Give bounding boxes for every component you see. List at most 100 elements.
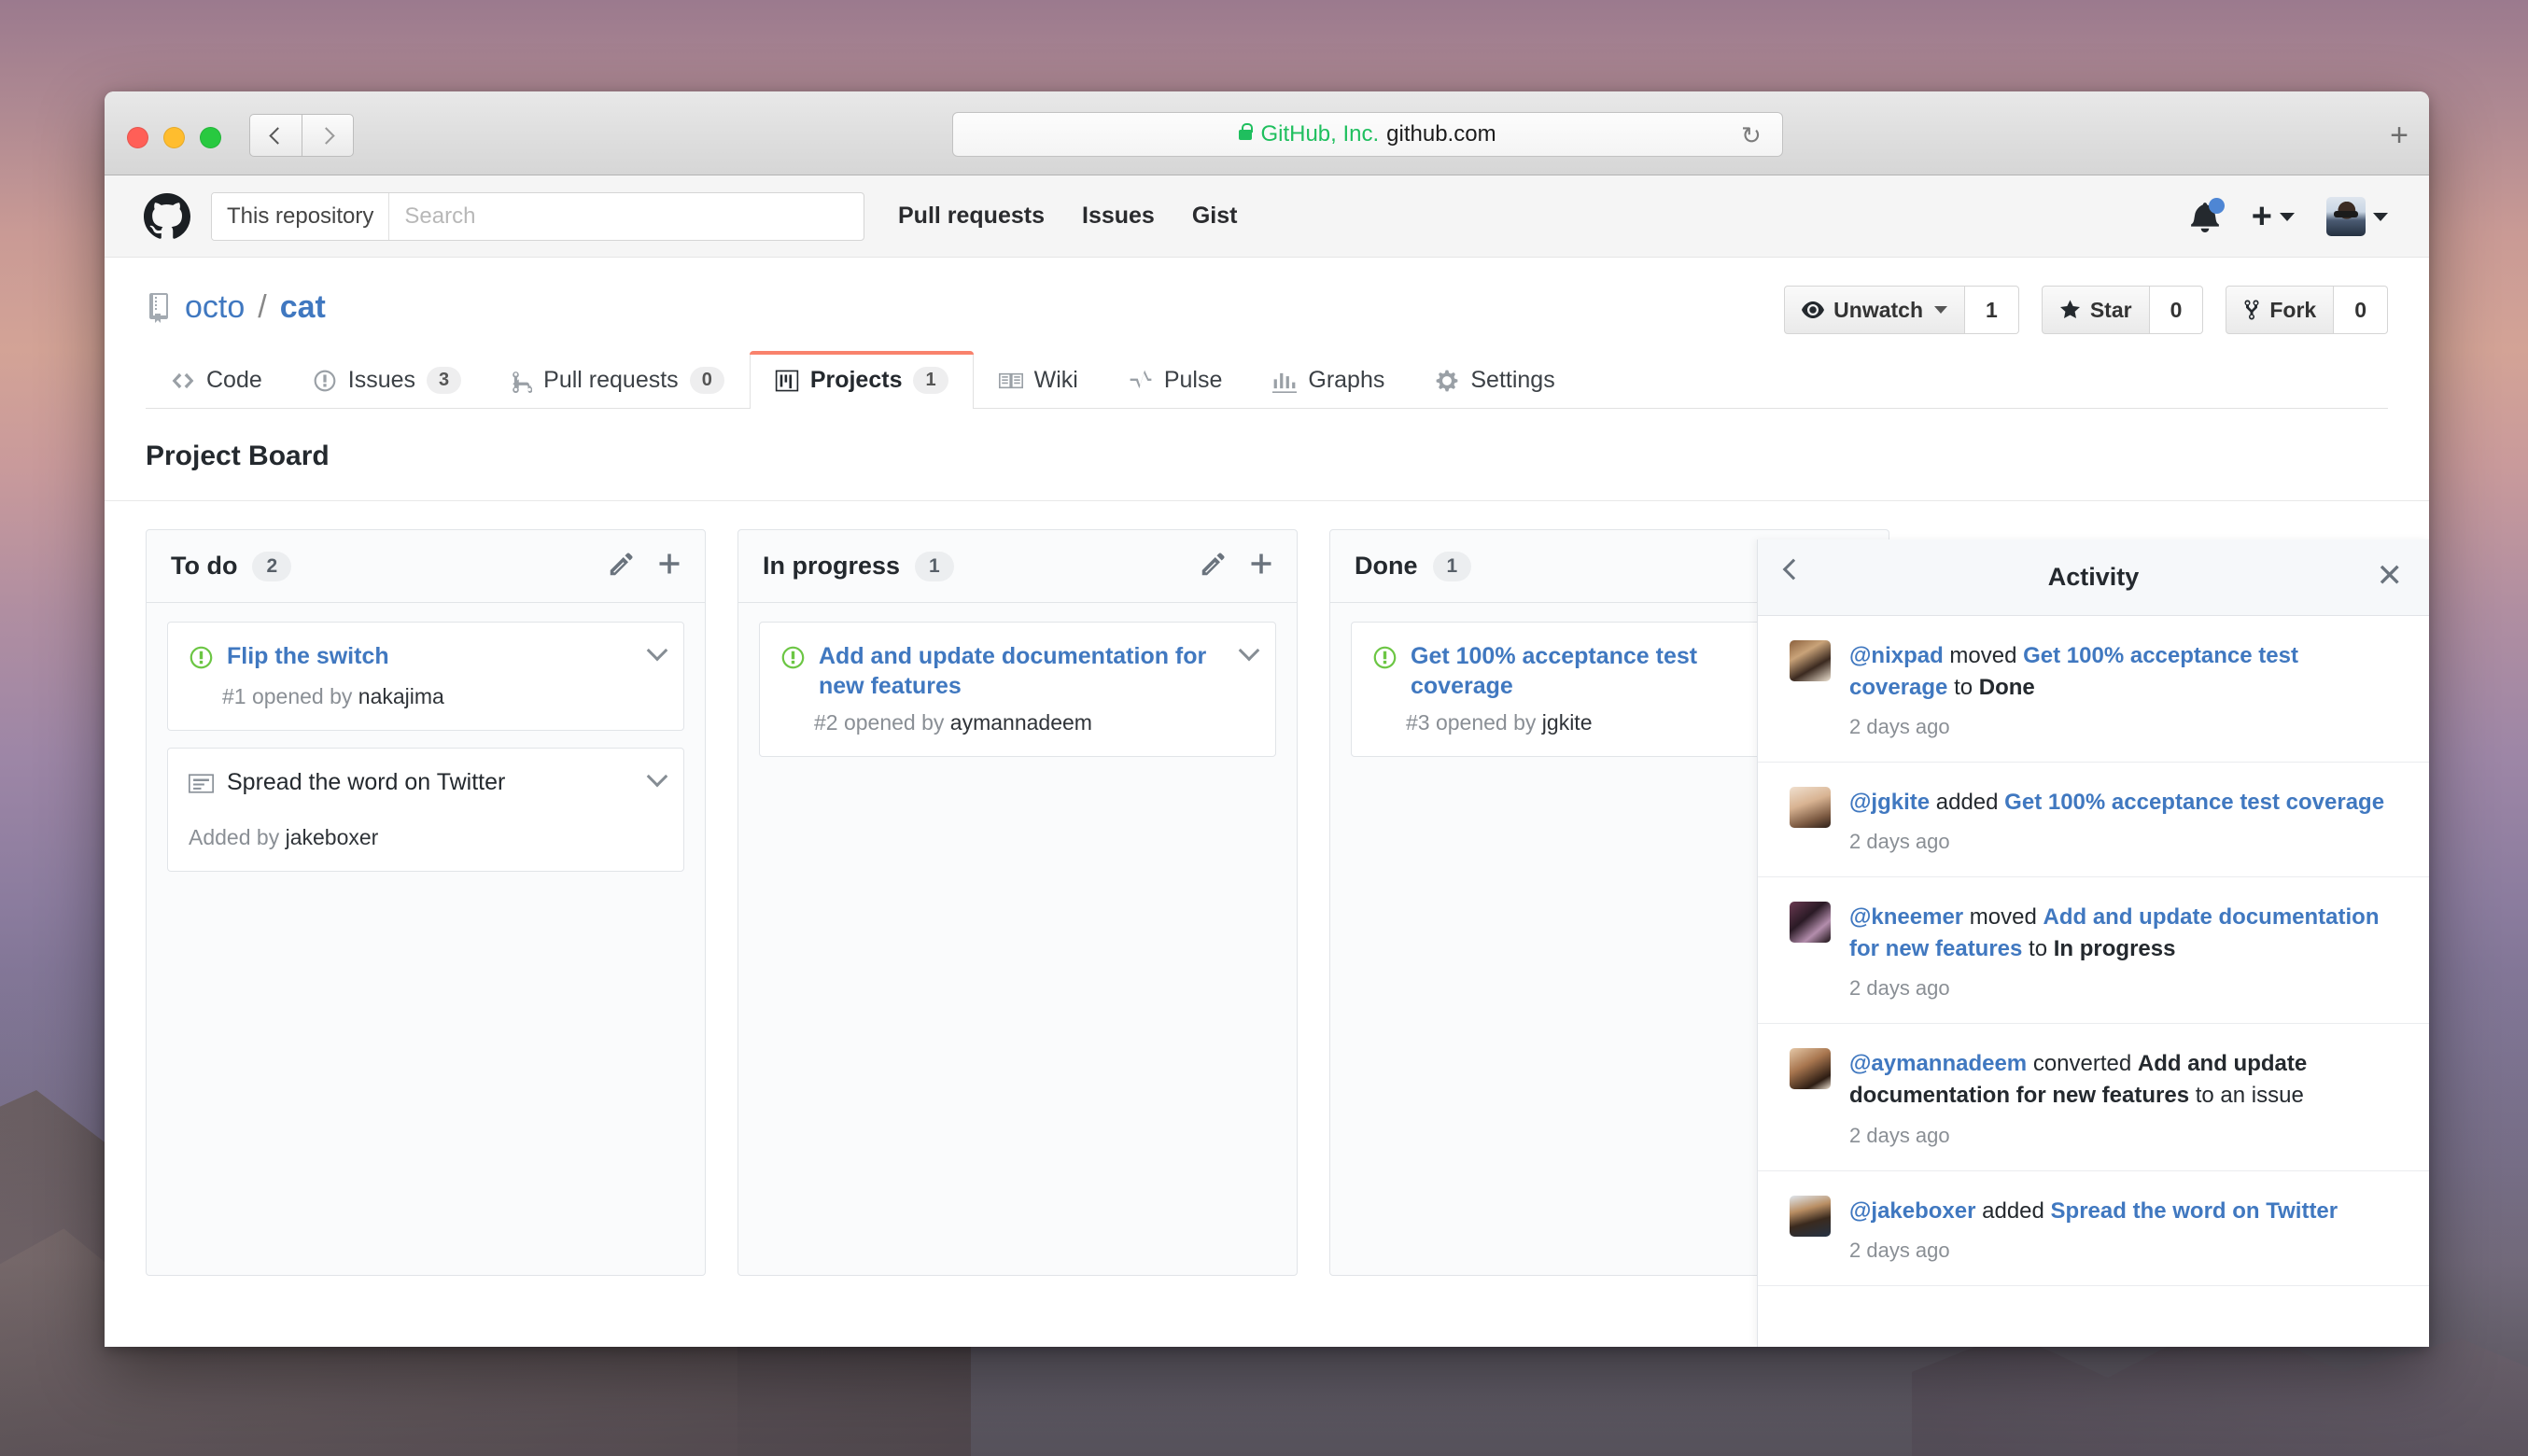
back-icon[interactable]	[1783, 559, 1805, 581]
nav-pull-requests[interactable]: Pull requests	[898, 203, 1045, 230]
column-count: 1	[915, 552, 954, 581]
search-bar[interactable]: This repository	[211, 192, 864, 241]
fork-count[interactable]: 0	[2334, 286, 2388, 334]
nav-gist[interactable]: Gist	[1192, 203, 1238, 230]
star-button[interactable]: Star	[2042, 286, 2150, 334]
github-page: This repository Pull requests Issues Gis…	[105, 175, 2429, 1347]
activity-user-link[interactable]: @jgkite	[1849, 790, 1930, 815]
repo-name-link[interactable]: cat	[280, 289, 326, 326]
column-cards: Flip the switch #1 opened by nakajima Sp…	[147, 603, 705, 907]
activity-verb: converted	[2027, 1051, 2138, 1076]
activity-item: @jakeboxer added Spread the word on Twit…	[1758, 1171, 2429, 1286]
tab-code-label: Code	[206, 367, 262, 394]
search-input[interactable]	[389, 193, 864, 240]
pencil-icon[interactable]	[1201, 551, 1226, 581]
tab-settings[interactable]: Settings	[1410, 351, 1580, 409]
fork-button[interactable]: Fork	[2226, 286, 2334, 334]
tab-wiki[interactable]: Wiki	[974, 351, 1103, 409]
card-meta: #1 opened by nakajima	[222, 684, 663, 709]
avatar	[1790, 902, 1831, 943]
activity-timestamp: 2 days ago	[1849, 830, 2384, 854]
close-window-button[interactable]	[127, 127, 148, 148]
activity-text: @nixpad moved Get 100% acceptance test c…	[1849, 640, 2397, 704]
tab-graphs[interactable]: Graphs	[1247, 351, 1410, 409]
repository-tabs: Code Issues 3 Pull requests 0	[146, 350, 2388, 409]
activity-timestamp: 2 days ago	[1849, 1239, 2338, 1263]
pullrequest-icon	[512, 369, 532, 393]
notifications-button[interactable]	[2190, 201, 2220, 232]
plus-icon[interactable]	[1250, 551, 1272, 581]
tab-pulse-label: Pulse	[1164, 367, 1223, 394]
column-name: Done	[1355, 552, 1418, 581]
activity-verb: added	[1930, 790, 2004, 815]
activity-timestamp: 2 days ago	[1849, 715, 2397, 739]
plus-icon: +	[2252, 203, 2272, 231]
user-menu-button[interactable]	[2326, 197, 2388, 236]
repo-owner-link[interactable]: octo	[185, 289, 245, 326]
activity-suffix: to an issue	[2189, 1083, 2304, 1108]
activity-user-link[interactable]: @nixpad	[1849, 643, 1944, 668]
certificate-org: GitHub, Inc.	[1260, 121, 1379, 147]
github-logo-icon[interactable]	[144, 193, 190, 240]
activity-target-link[interactable]: Spread the word on Twitter	[2051, 1198, 2338, 1224]
new-tab-button[interactable]: +	[2390, 119, 2409, 151]
activity-suffix: to	[2022, 936, 2053, 961]
search-scope-label[interactable]: This repository	[212, 193, 389, 240]
project-icon	[775, 369, 799, 393]
tab-issues[interactable]: Issues 3	[288, 351, 486, 409]
close-icon[interactable]: ✕	[2377, 560, 2404, 592]
desktop-wallpaper: GitHub, Inc. github.com ↻ + This reposit…	[0, 0, 2528, 1456]
activity-sidebar: Activity ✕ @nixpad moved Get 100% accept…	[1757, 539, 2429, 1347]
window-controls	[127, 127, 221, 148]
open-issue-icon	[780, 645, 806, 675]
back-button[interactable]	[249, 114, 302, 157]
avatar	[1790, 640, 1831, 681]
activity-header: Activity ✕	[1758, 539, 2429, 616]
maximize-window-button[interactable]	[200, 127, 221, 148]
tab-issues-count: 3	[427, 367, 461, 394]
nav-issues[interactable]: Issues	[1082, 203, 1155, 230]
board-column-todo: To do 2	[146, 529, 706, 1276]
url-host: github.com	[1386, 121, 1496, 147]
star-icon	[2059, 299, 2081, 321]
tab-pull-requests[interactable]: Pull requests 0	[486, 351, 750, 409]
forward-button[interactable]	[302, 114, 354, 157]
project-card[interactable]: Add and update documentation for new fea…	[759, 622, 1276, 757]
unwatch-button[interactable]: Unwatch	[1784, 286, 1965, 334]
notification-unread-dot	[2209, 198, 2225, 214]
card-meta: #2 opened by aymannadeem	[814, 710, 1255, 735]
activity-text: @jgkite added Get 100% acceptance test c…	[1849, 787, 2384, 819]
card-meta-user: aymannadeem	[950, 710, 1092, 735]
open-issue-icon	[189, 645, 214, 675]
minimize-window-button[interactable]	[163, 127, 185, 148]
tab-projects[interactable]: Projects 1	[750, 351, 974, 409]
card-meta-user: jakeboxer	[286, 825, 379, 849]
activity-verb: added	[1975, 1198, 2050, 1224]
star-count[interactable]: 0	[2150, 286, 2204, 334]
activity-user-link[interactable]: @kneemer	[1849, 904, 1963, 930]
address-bar[interactable]: GitHub, Inc. github.com ↻	[952, 112, 1783, 157]
reload-icon[interactable]: ↻	[1741, 123, 1765, 147]
card-meta-prefix: #2 opened by	[814, 710, 950, 735]
activity-timestamp: 2 days ago	[1849, 1124, 2397, 1148]
card-meta-user: jgkite	[1542, 710, 1593, 735]
watch-count[interactable]: 1	[1965, 286, 2019, 334]
column-count: 1	[1433, 552, 1472, 581]
activity-target-link[interactable]: Get 100% acceptance test coverage	[2004, 790, 2384, 815]
column-cards: Add and update documentation for new fea…	[738, 603, 1297, 792]
plus-icon[interactable]	[658, 551, 681, 581]
activity-user-link[interactable]: @aymannadeem	[1849, 1051, 2027, 1076]
create-new-button[interactable]: +	[2252, 203, 2295, 231]
pencil-icon[interactable]	[610, 551, 634, 581]
card-title[interactable]: Add and update documentation for new fea…	[819, 641, 1255, 701]
repository-actions: Unwatch 1 Star 0	[1784, 286, 2388, 334]
card-title[interactable]: Flip the switch	[227, 641, 432, 671]
project-card[interactable]: Flip the switch #1 opened by nakajima	[167, 622, 684, 731]
project-card[interactable]: Spread the word on Twitter Added by jake…	[167, 748, 684, 872]
open-issue-icon	[1372, 645, 1397, 675]
tab-code[interactable]: Code	[146, 351, 288, 409]
tab-issues-label: Issues	[348, 367, 415, 394]
tab-pulse[interactable]: Pulse	[1103, 351, 1248, 409]
gear-icon	[1435, 369, 1459, 393]
activity-user-link[interactable]: @jakeboxer	[1849, 1198, 1975, 1224]
